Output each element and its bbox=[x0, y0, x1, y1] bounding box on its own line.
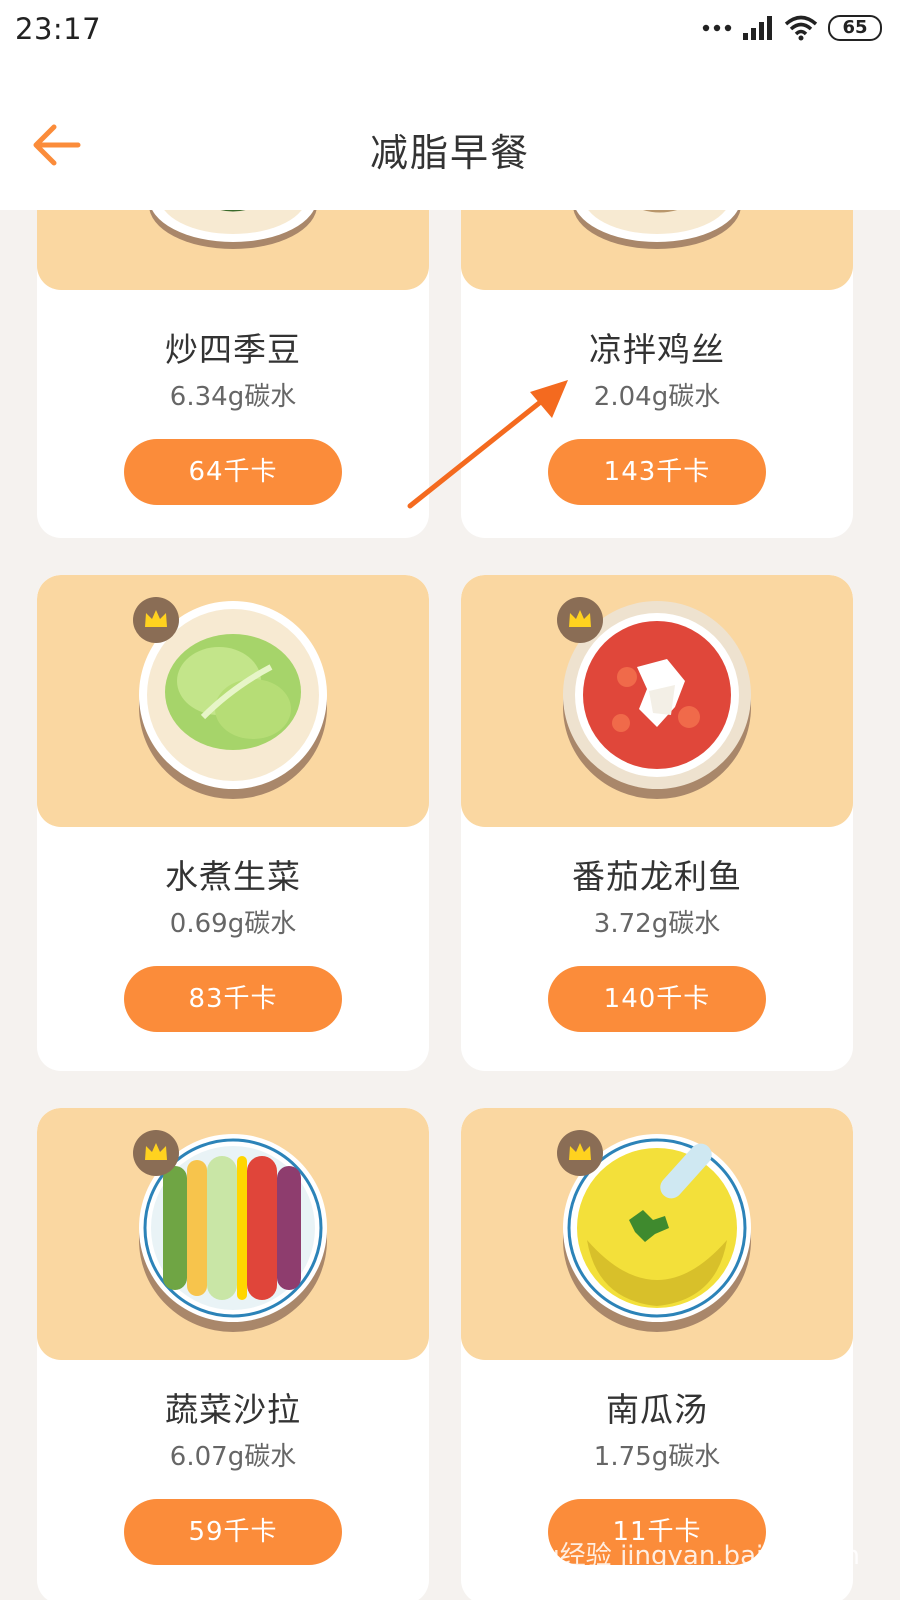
stir-fried-beans-image bbox=[149, 210, 317, 249]
recipe-name: 南瓜汤 bbox=[606, 1390, 708, 1429]
recipe-carb: 3.72g碳水 bbox=[593, 909, 721, 939]
recipe-name: 炒四季豆 bbox=[165, 330, 301, 369]
calorie-button[interactable]: 140千卡 bbox=[548, 966, 766, 1032]
recipe-carb: 6.34g碳水 bbox=[169, 382, 297, 412]
page-title: 减脂早餐 bbox=[369, 131, 530, 175]
recipe-image bbox=[37, 1108, 429, 1360]
header: 减脂早餐 bbox=[0, 62, 900, 210]
wifi-icon bbox=[784, 15, 818, 41]
recipe-card[interactable]: 番茄龙利鱼 3.72g碳水 140千卡 bbox=[461, 575, 853, 1071]
recipe-card[interactable]: 水煮生菜 0.69g碳水 83千卡 bbox=[37, 575, 429, 1071]
recipe-name: 凉拌鸡丝 bbox=[589, 330, 725, 369]
recipe-carb: 2.04g碳水 bbox=[593, 382, 721, 412]
crown-icon bbox=[133, 1130, 179, 1176]
status-bar: 23:17 65 bbox=[0, 0, 900, 62]
calorie-button[interactable]: 83千卡 bbox=[124, 966, 342, 1032]
crown-icon bbox=[557, 597, 603, 643]
recipe-carb: 1.75g碳水 bbox=[593, 1442, 721, 1472]
recipe-card[interactable]: 南瓜汤 1.75g碳水 11千卡 bbox=[461, 1108, 853, 1600]
calorie-button[interactable]: 143千卡 bbox=[548, 439, 766, 505]
crown-icon bbox=[557, 1130, 603, 1176]
battery-icon: 65 bbox=[828, 15, 882, 41]
recipe-image bbox=[461, 575, 853, 827]
status-icons: 65 bbox=[702, 14, 882, 42]
recipe-name: 番茄龙利鱼 bbox=[572, 857, 742, 896]
recipe-name: 蔬菜沙拉 bbox=[165, 1390, 301, 1429]
calorie-button[interactable]: 64千卡 bbox=[124, 439, 342, 505]
crown-icon bbox=[133, 597, 179, 643]
signal-icon bbox=[743, 16, 772, 40]
recipe-image bbox=[37, 575, 429, 827]
recipe-card[interactable]: 凉拌鸡丝 2.04g碳水 143千卡 bbox=[461, 210, 853, 538]
more-dots-icon bbox=[702, 24, 732, 32]
status-time: 23:17 bbox=[15, 12, 102, 46]
recipe-carb: 0.69g碳水 bbox=[169, 909, 297, 939]
calorie-button[interactable]: 59千卡 bbox=[124, 1499, 342, 1565]
recipe-card[interactable]: 炒四季豆 6.34g碳水 64千卡 bbox=[37, 210, 429, 538]
shredded-chicken-image bbox=[573, 210, 741, 249]
recipe-image bbox=[461, 1108, 853, 1360]
recipe-card[interactable]: 蔬菜沙拉 6.07g碳水 59千卡 bbox=[37, 1108, 429, 1600]
recipe-image bbox=[461, 210, 853, 290]
watermark: Baidu经验 jingyan.baidu.com bbox=[485, 1541, 860, 1571]
recipe-carb: 6.07g碳水 bbox=[169, 1442, 297, 1472]
recipe-image bbox=[37, 210, 429, 290]
recipe-grid: 炒四季豆 6.34g碳水 64千卡 凉拌鸡丝 2.04g碳水 143千卡 水煮生… bbox=[0, 210, 900, 1600]
recipe-name: 水煮生菜 bbox=[165, 857, 301, 896]
